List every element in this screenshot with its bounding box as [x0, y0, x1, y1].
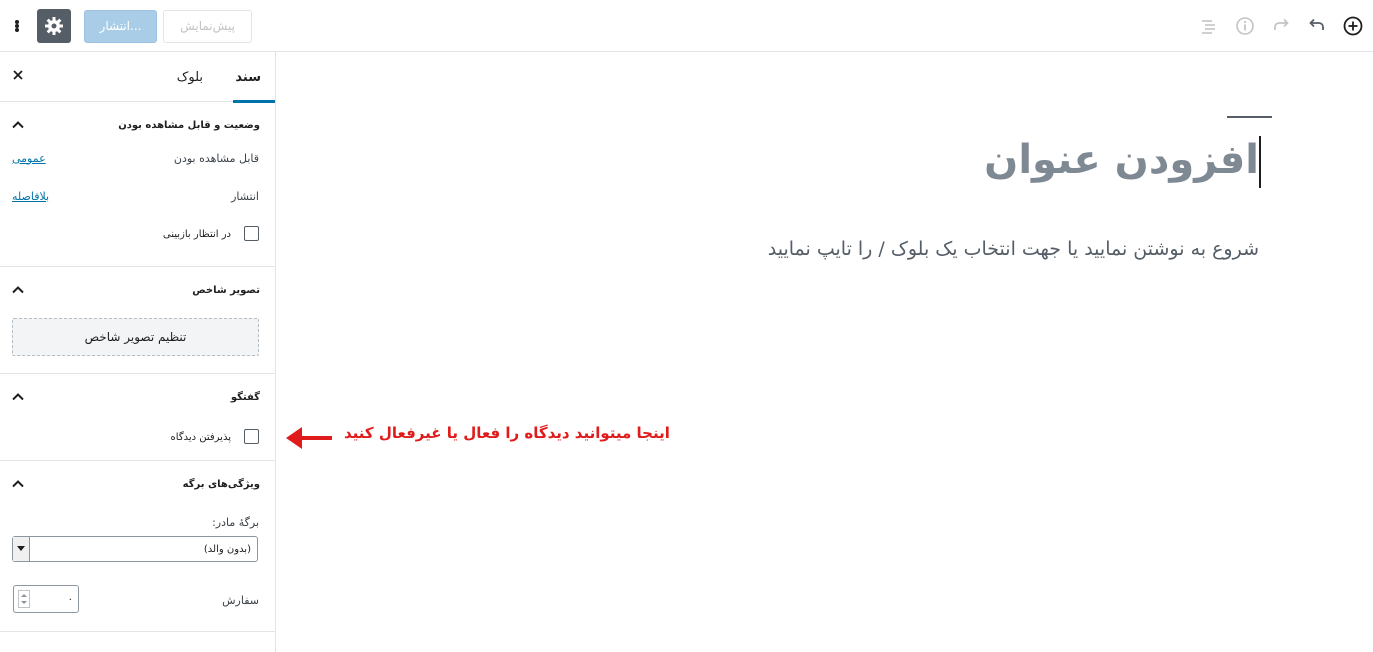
publish-row: انتشار بلافاصله [0, 184, 275, 222]
arrow-left-icon [286, 427, 332, 449]
more-icon [15, 20, 19, 32]
order-input[interactable]: ۰ [13, 585, 79, 613]
add-block-button[interactable] [1341, 14, 1365, 38]
close-icon[interactable] [10, 67, 26, 83]
comments-annotation: اینجا میتوانید دیدگاه را فعال یا غیرفعال… [284, 420, 670, 456]
preview-button[interactable]: پیش‌نمایش [163, 9, 252, 43]
status-visibility-toggle[interactable]: وضعیت و قابل مشاهده بودن [0, 102, 275, 148]
pending-review-checkbox[interactable] [244, 226, 259, 241]
visibility-label: قابل مشاهده بودن [173, 151, 259, 165]
order-label: سفارش [222, 594, 259, 607]
gear-icon [45, 17, 63, 35]
status-visibility-panel: وضعیت و قابل مشاهده بودن قابل مشاهده بود… [0, 102, 275, 267]
set-featured-image-button[interactable]: تنظیم تصویر شاخص [12, 318, 259, 356]
chevron-up-icon [12, 121, 24, 129]
add-block-icon [1343, 16, 1363, 36]
caret-down-icon [17, 546, 25, 551]
outline-icon [1202, 20, 1215, 34]
publish-date-link[interactable]: بلافاصله [12, 184, 49, 208]
settings-sidebar: سند بلوک وضعیت و قابل مشاهده بودن قابل م… [0, 52, 276, 652]
parent-page-select[interactable]: (بدون والد) [12, 536, 258, 562]
redo-button[interactable] [1269, 14, 1293, 38]
pending-review-label: در انتظار بازبینی [162, 228, 231, 240]
chevron-up-icon [12, 286, 24, 294]
annotation-text: اینجا میتوانید دیدگاه را فعال یا غیرفعال… [344, 424, 670, 442]
editor-canvas: افزودن عنوان شروع به نوشتن نمایید یا جهت… [276, 52, 1373, 652]
dropdown-arrow [13, 537, 30, 561]
allow-comments-label: پذیرفتن دیدگاه [170, 431, 231, 443]
featured-image-toggle[interactable]: تصویر شاخص [0, 267, 275, 313]
undo-icon [1309, 18, 1324, 30]
more-options-button[interactable] [0, 0, 34, 52]
text-caret [1259, 136, 1261, 188]
allow-comments-checkbox[interactable] [244, 429, 259, 444]
order-value: ۰ [67, 593, 73, 605]
visibility-row: قابل مشاهده بودن عمومی [0, 146, 275, 184]
spinner-icon [21, 594, 27, 604]
visibility-link[interactable]: عمومی [12, 146, 46, 170]
tab-block[interactable]: بلوک [177, 52, 203, 102]
publish-button[interactable]: انتشار... [84, 9, 157, 43]
panel-title: تصویر شاخص [192, 284, 260, 296]
panel-title: ویژگی‌های برگه [182, 478, 260, 490]
page-attributes-panel: ویژگی‌های برگه برگهٔ مادر: (بدون والد) س… [0, 461, 275, 632]
editor-toolbar: انتشار... پیش‌نمایش [0, 0, 1373, 52]
info-icon [1236, 17, 1254, 35]
page-attributes-toggle[interactable]: ویژگی‌های برگه [0, 461, 275, 507]
settings-button[interactable] [37, 9, 71, 43]
redo-icon [1274, 18, 1289, 30]
chevron-up-icon [12, 480, 24, 488]
tab-document[interactable]: سند [233, 52, 275, 103]
post-title-input[interactable]: افزودن عنوان [984, 137, 1259, 183]
panel-title: گفتگو [230, 391, 260, 403]
discussion-toggle[interactable]: گفتگو [0, 374, 275, 420]
block-appender[interactable]: شروع به نوشتن نمایید یا جهت انتخاب یک بل… [768, 238, 1259, 260]
undo-button[interactable] [1305, 14, 1329, 38]
chevron-up-icon [12, 393, 24, 401]
order-stepper[interactable] [18, 590, 30, 608]
parent-page-label: برگهٔ مادر: [212, 516, 259, 529]
pending-review-row: در انتظار بازبینی [0, 226, 275, 266]
outline-button[interactable] [1197, 14, 1221, 38]
title-separator [1227, 116, 1272, 118]
discussion-panel: گفتگو پذیرفتن دیدگاه [0, 374, 275, 461]
featured-image-panel: تصویر شاخص تنظیم تصویر شاخص [0, 267, 275, 374]
panel-title: وضعیت و قابل مشاهده بودن [118, 119, 260, 131]
parent-page-value: (بدون والد) [203, 543, 251, 555]
publish-label: انتشار [231, 189, 259, 203]
sidebar-tabs: سند بلوک [0, 52, 275, 103]
info-button[interactable] [1233, 14, 1257, 38]
